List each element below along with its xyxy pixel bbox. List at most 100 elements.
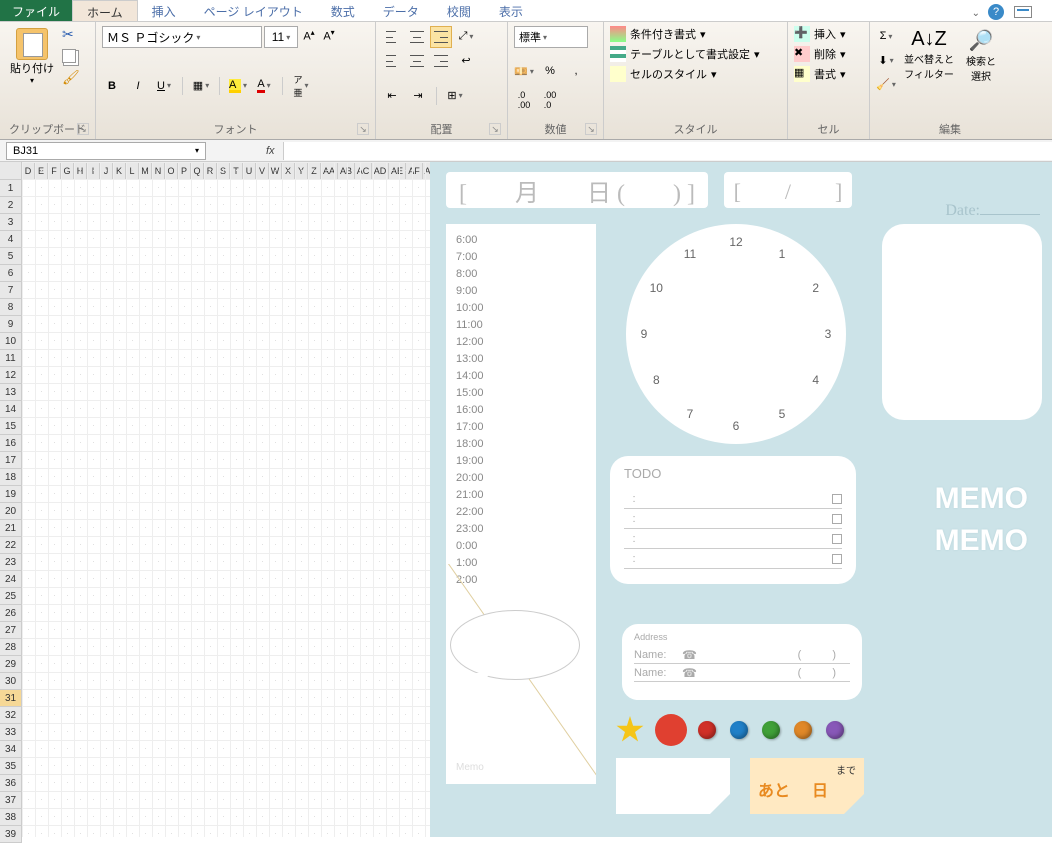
row-header-24[interactable]: 24 bbox=[0, 571, 21, 588]
sort-filter-button[interactable]: A↓Z 並べ替えと フィルター bbox=[900, 26, 958, 94]
font-size-select[interactable]: 11 bbox=[264, 26, 298, 48]
row-header-26[interactable]: 26 bbox=[0, 605, 21, 622]
row-header-8[interactable]: 8 bbox=[0, 299, 21, 316]
row-header-37[interactable]: 37 bbox=[0, 792, 21, 809]
align-dialog-icon[interactable]: ↘ bbox=[489, 123, 501, 135]
increase-decimal-button[interactable]: .0.00 bbox=[514, 90, 534, 110]
row-header-29[interactable]: 29 bbox=[0, 656, 21, 673]
row-header-32[interactable]: 32 bbox=[0, 707, 21, 724]
align-bottom-left[interactable] bbox=[382, 50, 404, 72]
delete-cells-button[interactable]: ✖削除 ▾ bbox=[794, 46, 863, 62]
tab-review[interactable]: 校閲 bbox=[433, 0, 485, 21]
cut-icon[interactable]: ✂ bbox=[62, 26, 80, 43]
row-header-27[interactable]: 27 bbox=[0, 622, 21, 639]
tab-file[interactable]: ファイル bbox=[0, 0, 72, 21]
align-top-right[interactable] bbox=[430, 26, 452, 48]
align-top-center[interactable] bbox=[406, 26, 428, 48]
decrease-font-icon[interactable]: A▾ bbox=[320, 27, 338, 47]
currency-button[interactable]: 💴 bbox=[514, 61, 534, 81]
row-header-15[interactable]: 15 bbox=[0, 418, 21, 435]
font-name-select[interactable]: ＭＳ Ｐゴシック bbox=[102, 26, 262, 48]
tab-data[interactable]: データ bbox=[369, 0, 433, 21]
clear-button[interactable]: 🧹 bbox=[876, 74, 896, 94]
orientation-button[interactable]: ⤢ bbox=[456, 26, 476, 46]
row-header-31[interactable]: 31 bbox=[0, 690, 21, 707]
tab-insert[interactable]: 挿入 bbox=[138, 0, 190, 21]
fill-button[interactable]: ⬇ bbox=[876, 50, 896, 70]
number-dialog-icon[interactable]: ↘ bbox=[585, 123, 597, 135]
row-header-5[interactable]: 5 bbox=[0, 248, 21, 265]
row-header-4[interactable]: 4 bbox=[0, 231, 21, 248]
comma-button[interactable]: , bbox=[566, 61, 586, 81]
italic-button[interactable]: I bbox=[128, 76, 148, 96]
border-button[interactable]: ▦ bbox=[191, 76, 211, 96]
bold-button[interactable]: B bbox=[102, 76, 122, 96]
align-bottom-right[interactable] bbox=[430, 50, 452, 72]
row-header-21[interactable]: 21 bbox=[0, 520, 21, 537]
paste-button[interactable]: 貼り付け ▾ bbox=[6, 26, 58, 87]
row-header-38[interactable]: 38 bbox=[0, 809, 21, 826]
minimize-ribbon-icon[interactable]: ⌄ bbox=[972, 8, 980, 19]
row-header-13[interactable]: 13 bbox=[0, 384, 21, 401]
wrap-text-button[interactable]: ↩ bbox=[456, 50, 476, 70]
tab-layout[interactable]: ページ レイアウト bbox=[190, 0, 317, 21]
row-header-3[interactable]: 3 bbox=[0, 214, 21, 231]
row-header-39[interactable]: 39 bbox=[0, 826, 21, 843]
row-header-22[interactable]: 22 bbox=[0, 537, 21, 554]
row-header-34[interactable]: 34 bbox=[0, 741, 21, 758]
row-header-12[interactable]: 12 bbox=[0, 367, 21, 384]
row-header-35[interactable]: 35 bbox=[0, 758, 21, 775]
row-header-25[interactable]: 25 bbox=[0, 588, 21, 605]
font-color-button[interactable]: A bbox=[254, 76, 274, 96]
checkbox-icon[interactable] bbox=[832, 494, 842, 504]
tab-home[interactable]: ホーム bbox=[72, 0, 138, 21]
select-all-corner[interactable] bbox=[0, 162, 22, 180]
underline-button[interactable]: U bbox=[154, 76, 174, 96]
row-header-14[interactable]: 14 bbox=[0, 401, 21, 418]
row-header-19[interactable]: 19 bbox=[0, 486, 21, 503]
font-dialog-icon[interactable]: ↘ bbox=[357, 123, 369, 135]
fx-icon[interactable]: fx bbox=[266, 145, 275, 157]
tab-formula[interactable]: 数式 bbox=[317, 0, 369, 21]
row-header-28[interactable]: 28 bbox=[0, 639, 21, 656]
row-header-10[interactable]: 10 bbox=[0, 333, 21, 350]
number-format-select[interactable]: 標準 bbox=[514, 26, 588, 48]
row-header-7[interactable]: 7 bbox=[0, 282, 21, 299]
checkbox-icon[interactable] bbox=[832, 514, 842, 524]
format-cells-button[interactable]: ▦書式 ▾ bbox=[794, 66, 863, 82]
insert-cells-button[interactable]: ➕挿入 ▾ bbox=[794, 26, 863, 42]
name-box[interactable]: BJ31▾ bbox=[6, 142, 206, 160]
cell-styles-button[interactable]: セルのスタイル ▾ bbox=[610, 66, 781, 82]
row-header-16[interactable]: 16 bbox=[0, 435, 21, 452]
format-as-table-button[interactable]: テーブルとして書式設定 ▾ bbox=[610, 46, 781, 62]
format-painter-icon[interactable]: 🖌 bbox=[62, 69, 80, 86]
increase-indent-button[interactable]: ⇥ bbox=[408, 86, 428, 106]
formula-bar[interactable] bbox=[283, 142, 1052, 160]
merge-button[interactable]: ⊞ bbox=[445, 86, 465, 106]
row-header-11[interactable]: 11 bbox=[0, 350, 21, 367]
autosum-button[interactable]: Σ bbox=[876, 26, 896, 46]
percent-button[interactable]: % bbox=[540, 61, 560, 81]
row-header-9[interactable]: 9 bbox=[0, 316, 21, 333]
grid-cells[interactable] bbox=[22, 162, 430, 837]
decrease-decimal-button[interactable]: .00.0 bbox=[540, 90, 560, 110]
row-header-23[interactable]: 23 bbox=[0, 554, 21, 571]
help-icon[interactable]: ? bbox=[988, 4, 1004, 20]
row-header-2[interactable]: 2 bbox=[0, 197, 21, 214]
copy-icon[interactable] bbox=[62, 49, 76, 63]
row-header-17[interactable]: 17 bbox=[0, 452, 21, 469]
align-bottom-center[interactable] bbox=[406, 50, 428, 72]
row-header-1[interactable]: 1 bbox=[0, 180, 21, 197]
conditional-format-button[interactable]: 条件付き書式 ▾ bbox=[610, 26, 781, 42]
fill-color-button[interactable]: A bbox=[228, 76, 248, 96]
align-top-left[interactable] bbox=[382, 26, 404, 48]
phonetic-button[interactable]: ア亜 bbox=[291, 76, 311, 96]
row-header-6[interactable]: 6 bbox=[0, 265, 21, 282]
row-header-18[interactable]: 18 bbox=[0, 469, 21, 486]
window-icon[interactable] bbox=[1014, 6, 1032, 18]
increase-font-icon[interactable]: A▴ bbox=[300, 27, 318, 47]
row-header-20[interactable]: 20 bbox=[0, 503, 21, 520]
find-select-button[interactable]: 🔎 検索と 選択 bbox=[962, 26, 1000, 94]
row-header-30[interactable]: 30 bbox=[0, 673, 21, 690]
checkbox-icon[interactable] bbox=[832, 534, 842, 544]
